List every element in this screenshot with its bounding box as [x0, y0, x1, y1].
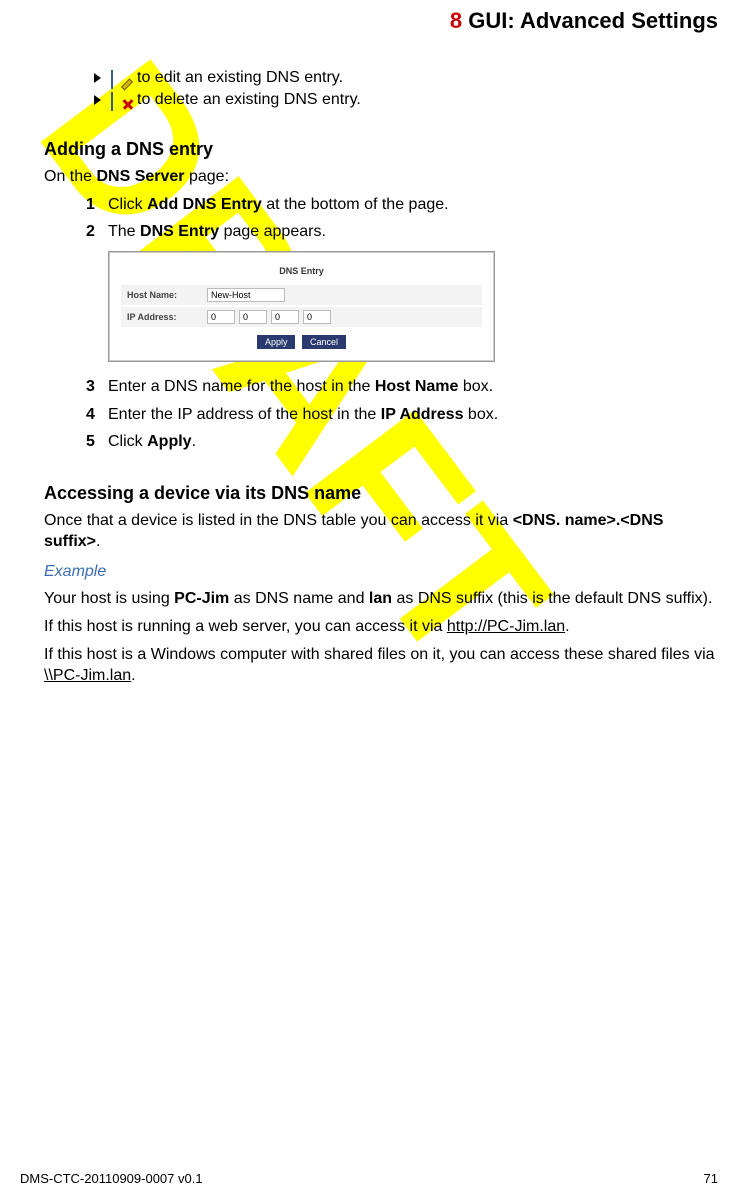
ss-ip-row: IP Address: [121, 307, 482, 327]
ss-apply-button[interactable]: Apply [257, 335, 296, 349]
ss-title: DNS Entry [121, 262, 482, 283]
step-number: 2 [86, 221, 108, 370]
dns-entry-screenshot: DNS Entry Host Name: IP Address: [108, 251, 495, 362]
chapter-number: 8 [450, 8, 462, 33]
delete-entry-icon [111, 93, 131, 107]
bullet-edit-text: to edit an existing DNS entry. [137, 69, 343, 87]
accessing-p4: If this host is a Windows computer with … [44, 644, 718, 687]
bullet-delete-entry: to delete an existing DNS entry. [94, 91, 718, 109]
text: box. [463, 406, 498, 423]
step-5: 5 Click Apply. [86, 431, 718, 453]
accessing-p3: If this host is running a web server, yo… [44, 616, 718, 638]
step-3: 3 Enter a DNS name for the host in the H… [86, 376, 718, 398]
http-link[interactable]: http://PC-Jim.lan [447, 618, 565, 635]
text: Enter the IP address of the host in the [108, 406, 381, 423]
text: page: [185, 168, 229, 185]
text: Enter a DNS name for the host in the [108, 378, 375, 395]
text: If this host is a Windows computer with … [44, 646, 715, 663]
text: at the bottom of the page. [262, 196, 449, 213]
bold-text: lan [369, 590, 392, 607]
triangle-bullet-icon [94, 95, 101, 105]
text: . [131, 667, 135, 684]
adding-lead: On the DNS Server page: [44, 166, 718, 188]
text: If this host is running a web server, yo… [44, 618, 447, 635]
bold-text: DNS Server [96, 168, 184, 185]
section-title-accessing: Accessing a device via its DNS name [44, 483, 718, 504]
ss-ip-oct3[interactable] [271, 310, 299, 324]
accessing-p2: Your host is using PC-Jim as DNS name an… [44, 588, 718, 610]
bold-text: IP Address [381, 406, 464, 423]
bold-text: Apply [147, 433, 191, 450]
bullet-edit-entry: to edit an existing DNS entry. [94, 69, 718, 87]
step-number: 3 [86, 376, 108, 398]
triangle-bullet-icon [94, 73, 101, 83]
ss-hostname-input[interactable] [207, 288, 285, 302]
bullet-delete-text: to delete an existing DNS entry. [137, 91, 361, 109]
step-number: 1 [86, 194, 108, 216]
text: Your host is using [44, 590, 174, 607]
text: Click [108, 433, 147, 450]
section-title-adding: Adding a DNS entry [44, 139, 718, 160]
ss-cancel-button[interactable]: Cancel [302, 335, 346, 349]
step-4: 4 Enter the IP address of the host in th… [86, 404, 718, 426]
content-area: to edit an existing DNS entry. to delete… [44, 65, 718, 693]
bold-text: PC-Jim [174, 590, 229, 607]
text: Once that a device is listed in the DNS … [44, 512, 513, 529]
step-number: 5 [86, 431, 108, 453]
text: Click [108, 196, 147, 213]
step-1: 1 Click Add DNS Entry at the bottom of t… [86, 194, 718, 216]
page-header: 8 GUI: Advanced Settings [450, 8, 718, 34]
unc-link[interactable]: \\PC-Jim.lan [44, 667, 131, 684]
ss-ip-label: IP Address: [127, 311, 207, 323]
text: . [96, 533, 100, 550]
footer-page-number: 71 [704, 1171, 718, 1186]
text: as DNS name and [229, 590, 369, 607]
text: as DNS suffix (this is the default DNS s… [392, 590, 712, 607]
text: The [108, 223, 140, 240]
bold-text: Add DNS Entry [147, 196, 262, 213]
step-2: 2 The DNS Entry page appears. DNS Entry … [86, 221, 718, 370]
footer-doc-id: DMS-CTC-20110909-0007 v0.1 [20, 1171, 203, 1186]
adding-steps-list: 1 Click Add DNS Entry at the bottom of t… [86, 194, 718, 453]
text: . [565, 618, 569, 635]
accessing-p1: Once that a device is listed in the DNS … [44, 510, 718, 553]
page-footer: DMS-CTC-20110909-0007 v0.1 71 [20, 1171, 718, 1186]
example-label: Example [44, 561, 718, 583]
ss-hostname-label: Host Name: [127, 289, 207, 301]
bold-text: DNS Entry [140, 223, 219, 240]
bold-text: Host Name [375, 378, 459, 395]
step-number: 4 [86, 404, 108, 426]
text: On the [44, 168, 96, 185]
ss-ip-oct4[interactable] [303, 310, 331, 324]
chapter-title-text: GUI: Advanced Settings [468, 8, 718, 33]
ss-ip-oct2[interactable] [239, 310, 267, 324]
text: . [192, 433, 196, 450]
text: page appears. [219, 223, 326, 240]
text: box. [458, 378, 493, 395]
ss-hostname-row: Host Name: [121, 285, 482, 305]
ss-ip-oct1[interactable] [207, 310, 235, 324]
edit-entry-icon [111, 71, 131, 85]
